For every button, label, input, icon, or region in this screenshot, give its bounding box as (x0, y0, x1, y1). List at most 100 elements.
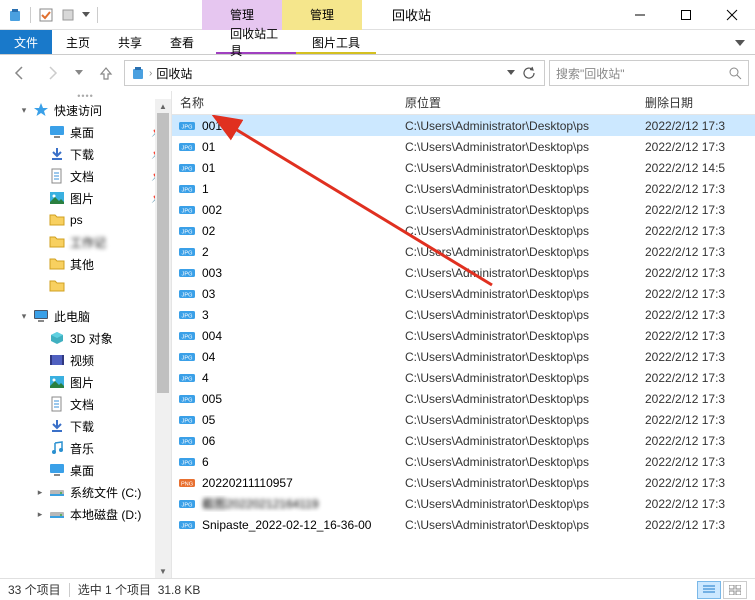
file-deleted-date: 2022/2/12 17:3 (637, 203, 755, 217)
sidebar-item-3d[interactable]: 3D 对象 (0, 327, 171, 349)
maximize-button[interactable] (663, 0, 709, 30)
sidebar-item-desktop[interactable]: 桌面 (0, 459, 171, 481)
file-row[interactable]: JPG2 C:\Users\Administrator\Desktop\ps 2… (172, 241, 755, 262)
chevron-down-icon[interactable]: ▾ (18, 310, 30, 322)
refresh-button[interactable] (518, 62, 540, 84)
file-row[interactable]: JPG4 C:\Users\Administrator\Desktop\ps 2… (172, 367, 755, 388)
sidebar-quick-access[interactable]: ▾快速访问 (0, 99, 171, 121)
sidebar-item-music[interactable]: 音乐 (0, 437, 171, 459)
chevron-right-icon[interactable] (34, 332, 46, 344)
file-row[interactable]: JPGSnipaste_2022-02-12_16-36-00 C:\Users… (172, 514, 755, 535)
file-row[interactable]: JPG05 C:\Users\Administrator\Desktop\ps … (172, 409, 755, 430)
column-location[interactable]: 原位置 (397, 94, 637, 111)
up-button[interactable] (92, 60, 120, 86)
scrollbar-thumb[interactable] (157, 113, 169, 393)
chevron-right-icon[interactable] (34, 464, 46, 476)
address-box[interactable]: › 回收站 (124, 60, 545, 86)
chevron-right-icon[interactable] (34, 376, 46, 388)
picture-icon (48, 373, 66, 391)
file-row[interactable]: JPG004 C:\Users\Administrator\Desktop\ps… (172, 325, 755, 346)
chevron-right-icon[interactable] (34, 398, 46, 410)
recent-dropdown-icon[interactable] (70, 60, 88, 86)
file-name: 4 (202, 371, 209, 385)
file-row[interactable]: JPG005 C:\Users\Administrator\Desktop\ps… (172, 388, 755, 409)
file-name: 004 (202, 329, 222, 343)
ribbon-tab-home[interactable]: 主页 (52, 30, 104, 54)
svg-text:JPG: JPG (182, 418, 193, 424)
file-row[interactable]: JPG03 C:\Users\Administrator\Desktop\ps … (172, 283, 755, 304)
minimize-button[interactable] (617, 0, 663, 30)
sidebar-item-download[interactable]: 下载📌 (0, 143, 171, 165)
sidebar-item-drive[interactable]: ▸系统文件 (C:) (0, 481, 171, 503)
file-row[interactable]: JPG06 C:\Users\Administrator\Desktop\ps … (172, 430, 755, 451)
scroll-up-icon[interactable]: ▲ (155, 99, 171, 113)
file-row[interactable]: JPG003 C:\Users\Administrator\Desktop\ps… (172, 262, 755, 283)
sidebar-item-folder[interactable] (0, 275, 171, 297)
sidebar-scrollbar[interactable]: ▲ ▼ (155, 99, 171, 578)
sidebar-item-picture[interactable]: 图片 (0, 371, 171, 393)
file-row[interactable]: JPG6 C:\Users\Administrator\Desktop\ps 2… (172, 451, 755, 472)
file-name: 20220211110957 (202, 476, 293, 490)
details-view-button[interactable] (697, 581, 721, 599)
drive-icon (48, 483, 66, 501)
back-button[interactable] (6, 60, 34, 86)
chevron-right-icon[interactable] (34, 442, 46, 454)
ribbon-expand-icon[interactable] (725, 30, 755, 54)
sidebar-item-folder[interactable]: 其他 (0, 253, 171, 275)
file-deleted-date: 2022/2/12 17:3 (637, 497, 755, 511)
file-row[interactable]: JPG01 C:\Users\Administrator\Desktop\ps … (172, 136, 755, 157)
ribbon-tab-share[interactable]: 共享 (104, 30, 156, 54)
sidebar-item-drive[interactable]: ▸本地磁盘 (D:) (0, 503, 171, 525)
svg-text:JPG: JPG (182, 355, 193, 361)
qat-checkbox-icon[interactable] (35, 4, 57, 26)
chevron-right-icon[interactable] (34, 354, 46, 366)
ribbon-tab-recycle-tools[interactable]: 回收站工具 (216, 30, 296, 54)
forward-button[interactable] (38, 60, 66, 86)
ribbon-tab-picture-tools[interactable]: 图片工具 (296, 30, 376, 54)
sidebar-item-picture[interactable]: 图片📌 (0, 187, 171, 209)
scroll-down-icon[interactable]: ▼ (155, 564, 171, 578)
jpg-file-icon: JPG (178, 223, 196, 239)
qat-item-icon[interactable] (57, 4, 79, 26)
file-row[interactable]: JPG01 C:\Users\Administrator\Desktop\ps … (172, 157, 755, 178)
column-deleted-date[interactable]: 删除日期 (637, 94, 755, 111)
file-row[interactable]: JPG3 C:\Users\Administrator\Desktop\ps 2… (172, 304, 755, 325)
sidebar-item-folder[interactable]: 工作记 (0, 231, 171, 253)
close-button[interactable] (709, 0, 755, 30)
file-name: 05 (202, 413, 215, 427)
sidebar-item-folder[interactable]: ps (0, 209, 171, 231)
file-row[interactable]: JPG04 C:\Users\Administrator\Desktop\ps … (172, 346, 755, 367)
ribbon-tab-file[interactable]: 文件 (0, 30, 52, 54)
sidebar-item-desktop[interactable]: 桌面📌 (0, 121, 171, 143)
file-deleted-date: 2022/2/12 17:3 (637, 350, 755, 364)
context-tab-manage-2[interactable]: 管理 (282, 0, 362, 30)
chevron-down-icon[interactable]: ▾ (18, 104, 30, 116)
chevron-right-icon[interactable]: ▸ (34, 508, 46, 520)
status-selected-size: 31.8 KB (158, 583, 201, 597)
sidebar-item-document[interactable]: 文档 (0, 393, 171, 415)
sidebar-this-pc[interactable]: ▾此电脑 (0, 305, 171, 327)
file-row[interactable]: JPG截图20220212164119 C:\Users\Administrat… (172, 493, 755, 514)
svg-text:JPG: JPG (182, 397, 193, 403)
sidebar-item-video[interactable]: 视频 (0, 349, 171, 371)
icons-view-button[interactable] (723, 581, 747, 599)
file-row[interactable]: JPG02 C:\Users\Administrator\Desktop\ps … (172, 220, 755, 241)
jpg-file-icon: JPG (178, 244, 196, 260)
file-row[interactable]: JPG1 C:\Users\Administrator\Desktop\ps 2… (172, 178, 755, 199)
sidebar-item-download[interactable]: 下载 (0, 415, 171, 437)
file-deleted-date: 2022/2/12 17:3 (637, 182, 755, 196)
qat-dropdown-icon[interactable] (79, 4, 93, 26)
chevron-right-icon[interactable] (34, 420, 46, 432)
file-location: C:\Users\Administrator\Desktop\ps (397, 476, 637, 490)
sidebar-item-document[interactable]: 文档📌 (0, 165, 171, 187)
recycle-bin-icon[interactable] (4, 4, 26, 26)
chevron-right-icon[interactable]: ▸ (34, 486, 46, 498)
file-row[interactable]: JPG002 C:\Users\Administrator\Desktop\ps… (172, 199, 755, 220)
recycle-bin-small-icon (129, 64, 147, 82)
file-location: C:\Users\Administrator\Desktop\ps (397, 455, 637, 469)
file-row[interactable]: PNG20220211110957 C:\Users\Administrator… (172, 472, 755, 493)
file-row[interactable]: JPG001 C:\Users\Administrator\Desktop\ps… (172, 115, 755, 136)
search-box[interactable]: 搜索"回收站" (549, 60, 749, 86)
ribbon-tab-view[interactable]: 查看 (156, 30, 208, 54)
column-name[interactable]: 名称 (172, 94, 397, 111)
